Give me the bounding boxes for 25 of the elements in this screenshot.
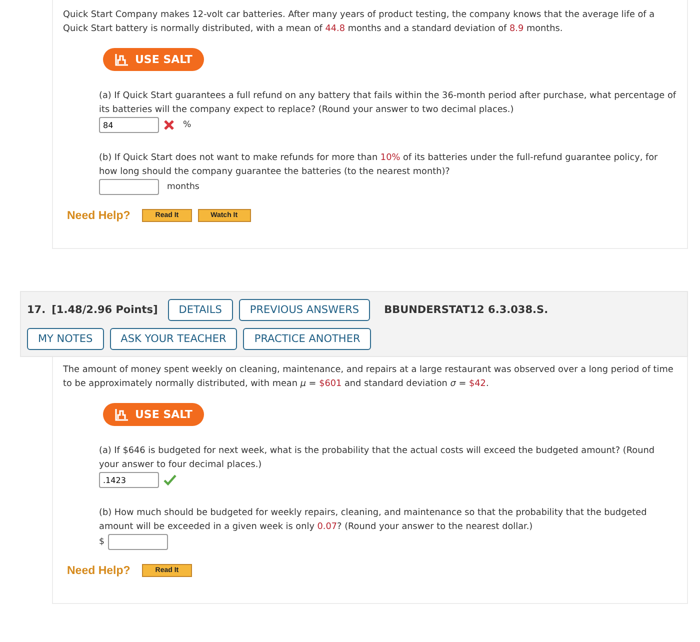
answer-field[interactable] <box>108 534 168 550</box>
header-button[interactable]: DETAILS <box>168 299 233 321</box>
header-button[interactable]: MY NOTES <box>27 328 104 350</box>
question-number: 17. <box>27 304 46 316</box>
question-part-text: (a) If Quick Start guarantees a full refund on any battery that fails within the 36-month period after purchase, what percentage of its batteries will the company expect to replace? (Round your answer to two decimal places.) <box>99 90 677 117</box>
currency-label: $ <box>99 537 104 547</box>
question-part-text: (b) If Quick Start does not want to make refunds for more than 10% of its batteries under the full-refund guarantee policy, for how long should the company guarantee the batteries (to the nearest month)? <box>99 152 659 179</box>
need-help-label: Need Help? <box>67 210 130 222</box>
answer-field[interactable]: .1423 <box>99 472 159 488</box>
answer-field[interactable] <box>99 179 159 195</box>
problem-code: BBUNDERSTAT12 6.3.038.S. <box>384 304 548 316</box>
points-label: [1.48/2.96 Points] <box>52 304 158 316</box>
answer-field[interactable]: 84 <box>99 117 159 133</box>
question-text: Quick Start Company makes 12-volt car batteries. After many years of product testing, the company knows that the average life of a Quick Start battery is normally distributed, with a mean of 44.8 months and a standard deviation of 8.9 months. <box>63 9 656 36</box>
chart-icon <box>115 408 129 421</box>
question-part-text: (a) If $646 is budgeted for next week, what is the probability that the actual costs will exceed the budgeted amount? (Round your answer to four decimal places.) <box>99 445 656 472</box>
unit-label: % <box>183 120 192 130</box>
header-button[interactable]: PREVIOUS ANSWERS <box>238 299 370 321</box>
need-help-label: Need Help? <box>67 564 130 576</box>
question-part-text: (b) How much should be budgeted for weekly repairs, cleaning, and maintenance so that the probability that the budgeted amount will be exceeded in a given week is only 0.07? (Round your answer to the nearest dollar.) <box>99 507 648 534</box>
unit-label: months <box>167 182 200 192</box>
header-button[interactable]: ASK YOUR TEACHER <box>110 328 238 350</box>
chart-icon <box>115 53 129 66</box>
header-button[interactable]: PRACTICE ANOTHER <box>243 328 372 350</box>
question-text: The amount of money spent weekly on cleaning, maintenance, and repairs at a large restaurant was observed over a long period of time to be approximately normally distributed, with mean μ = $601 and standard deviation σ = $42. <box>63 364 674 391</box>
